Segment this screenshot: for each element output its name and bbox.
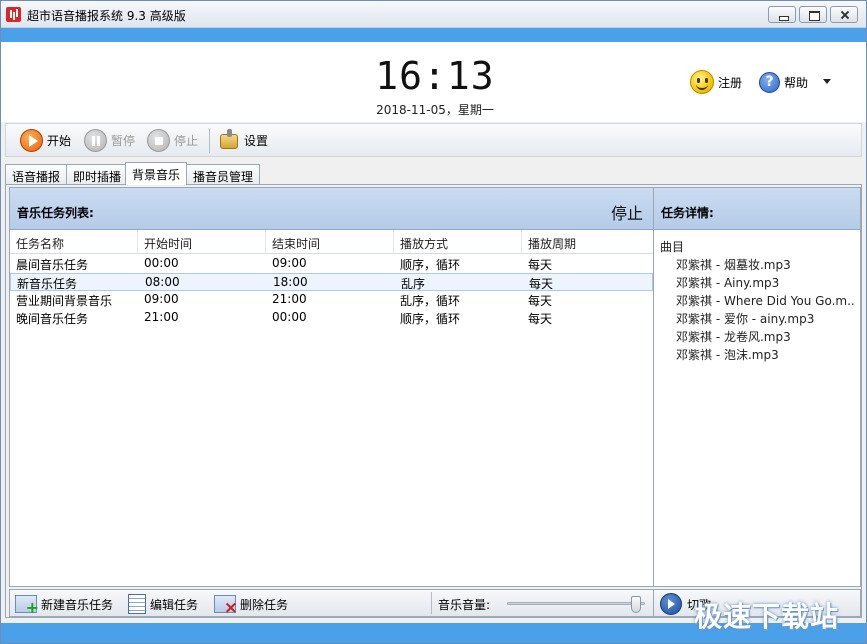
table-row[interactable]: 晚间音乐任务 21:00 00:00 顺序，循环 每天 bbox=[10, 309, 653, 327]
edit-task-icon bbox=[128, 594, 146, 614]
start-label: 开始 bbox=[47, 133, 72, 148]
track-item[interactable]: 邓紫祺 - 泡沫.mp3 bbox=[676, 346, 856, 363]
clock: 16:13 bbox=[375, 54, 495, 98]
task-detail-panel: 任务详情: 曲目 邓紫祺 - 烟墓妆.mp3 邓紫祺 - Ainy.mp3 邓紫… bbox=[653, 187, 861, 587]
column-header[interactable]: 播放方式 bbox=[394, 230, 522, 254]
top-accent-band bbox=[1, 28, 866, 42]
cell-task-name: 营业期间背景音乐 bbox=[16, 294, 113, 308]
header: 16:13 2018-11-05，星期一 注册 ? 帮助 bbox=[1, 42, 866, 122]
delete-task-label: 删除任务 bbox=[240, 597, 289, 612]
cell-end-time: 18:00 bbox=[273, 275, 308, 289]
track-item[interactable]: 邓紫祺 - Ainy.mp3 bbox=[676, 274, 856, 291]
volume-label: 音乐音量: bbox=[438, 598, 491, 612]
help-label: 帮助 bbox=[784, 75, 809, 90]
cell-play-cycle: 每天 bbox=[528, 294, 553, 308]
tab-announcer-management[interactable]: 播音员管理 bbox=[186, 164, 261, 184]
cell-end-time: 00:00 bbox=[272, 310, 307, 324]
column-header[interactable]: 任务名称 bbox=[10, 230, 138, 254]
table-row[interactable]: 晨间音乐任务 00:00 09:00 顺序，循环 每天 bbox=[10, 255, 653, 273]
action-bar-separator bbox=[431, 592, 432, 614]
table-row[interactable]: 营业期间背景音乐 09:00 21:00 乱序，循环 每天 bbox=[10, 291, 653, 309]
task-list-title: 音乐任务列表: bbox=[17, 206, 94, 220]
track-item[interactable]: 邓紫祺 - Where Did You Go.m... bbox=[676, 292, 856, 309]
edit-task-label: 编辑任务 bbox=[150, 597, 199, 612]
help-link[interactable]: ? 帮助 bbox=[759, 69, 808, 95]
track-item[interactable]: 邓紫祺 - 烟墓妆.mp3 bbox=[676, 256, 856, 273]
cell-start-time: 08:00 bbox=[145, 275, 180, 289]
track-item[interactable]: 邓紫祺 - 爱你 - ainy.mp3 bbox=[676, 310, 856, 327]
column-header[interactable]: 开始时间 bbox=[138, 230, 266, 254]
cell-task-name: 晚间音乐任务 bbox=[16, 312, 89, 326]
toolbar: 开始 暂停 停止 设置 bbox=[5, 123, 862, 157]
settings-label: 设置 bbox=[244, 133, 269, 148]
title-bar[interactable]: 超市语音播报系统 9.3 高级版 bbox=[1, 1, 866, 28]
cell-start-time: 00:00 bbox=[144, 256, 179, 270]
cell-play-mode: 乱序，循环 bbox=[400, 294, 461, 308]
tab-background-music[interactable]: 背景音乐 bbox=[125, 162, 188, 185]
column-header[interactable]: 结束时间 bbox=[266, 230, 394, 254]
date-display: 2018-11-05，星期一 bbox=[376, 103, 494, 117]
track-item[interactable]: 邓紫祺 - 龙卷风.mp3 bbox=[676, 328, 856, 345]
app-window: 超市语音播报系统 9.3 高级版 16:13 2018-11-05，星期一 注册… bbox=[0, 0, 867, 644]
watermark-text: 极速下载站 bbox=[694, 600, 840, 633]
register-label: 注册 bbox=[718, 75, 743, 90]
window-title: 超市语音播报系统 9.3 高级版 bbox=[27, 9, 186, 23]
cell-play-mode: 乱序 bbox=[401, 277, 426, 291]
table-header: 任务名称 开始时间 结束时间 播放方式 播放周期 bbox=[10, 230, 653, 254]
cell-play-mode: 顺序，循环 bbox=[400, 258, 461, 272]
tab-voice-broadcast[interactable]: 语音播报 bbox=[5, 164, 68, 184]
start-button[interactable]: 开始 bbox=[20, 128, 71, 152]
pause-icon bbox=[84, 128, 107, 152]
delete-task-button[interactable]: 删除任务 bbox=[214, 593, 289, 618]
cell-play-cycle: 每天 bbox=[529, 277, 554, 291]
cell-play-cycle: 每天 bbox=[528, 258, 553, 272]
add-task-icon bbox=[15, 595, 39, 617]
settings-button[interactable]: 设置 bbox=[218, 128, 268, 152]
play-icon bbox=[20, 128, 43, 152]
cell-start-time: 21:00 bbox=[144, 310, 179, 324]
task-action-bar: 新建音乐任务 编辑任务 删除任务 音乐音量: bbox=[9, 589, 654, 618]
settings-icon bbox=[218, 129, 240, 151]
toolbar-separator bbox=[209, 129, 210, 153]
cell-start-time: 09:00 bbox=[144, 292, 179, 306]
table-row-selected[interactable]: 新音乐任务 08:00 18:00 乱序 每天 bbox=[10, 273, 653, 291]
task-list-header: 音乐任务列表: 停止 bbox=[10, 188, 653, 230]
delete-task-icon bbox=[214, 595, 238, 618]
task-detail-header: 任务详情: bbox=[654, 188, 860, 230]
close-button[interactable] bbox=[830, 6, 858, 23]
background-music-panel: 音乐任务列表: 停止 任务名称 开始时间 结束时间 播放方式 播放周期 晨间音乐… bbox=[5, 184, 862, 618]
maximize-button[interactable] bbox=[799, 6, 827, 23]
volume-slider[interactable] bbox=[507, 602, 645, 605]
new-music-task-button[interactable]: 新建音乐任务 bbox=[15, 593, 114, 617]
stop-music-link[interactable]: 停止 bbox=[611, 200, 643, 224]
cell-task-name: 晨间音乐任务 bbox=[16, 258, 89, 272]
pause-button[interactable]: 暂停 bbox=[84, 128, 135, 152]
stop-button[interactable]: 停止 bbox=[147, 128, 198, 152]
cell-play-cycle: 每天 bbox=[528, 312, 553, 326]
task-list-panel: 音乐任务列表: 停止 任务名称 开始时间 结束时间 播放方式 播放周期 晨间音乐… bbox=[9, 187, 654, 587]
minimize-button[interactable] bbox=[768, 6, 796, 23]
next-track-icon bbox=[660, 593, 682, 615]
smiley-icon bbox=[690, 70, 714, 94]
volume-slider-thumb[interactable] bbox=[631, 596, 642, 613]
new-task-label: 新建音乐任务 bbox=[41, 597, 114, 612]
help-icon: ? bbox=[759, 71, 780, 93]
stop-icon bbox=[147, 128, 170, 152]
stop-label: 停止 bbox=[174, 133, 199, 148]
cell-end-time: 09:00 bbox=[272, 256, 307, 270]
tab-instant-insert[interactable]: 即时插播 bbox=[66, 164, 129, 184]
task-detail-title: 任务详情: bbox=[661, 206, 714, 220]
column-header[interactable]: 播放周期 bbox=[522, 230, 653, 254]
cell-end-time: 21:00 bbox=[272, 292, 307, 306]
menu-dropdown-icon[interactable] bbox=[823, 79, 831, 84]
pause-label: 暂停 bbox=[111, 133, 136, 148]
app-icon bbox=[6, 7, 21, 22]
cell-play-mode: 顺序，循环 bbox=[400, 312, 461, 326]
register-link[interactable]: 注册 bbox=[690, 69, 742, 95]
edit-task-button[interactable]: 编辑任务 bbox=[128, 593, 198, 615]
cell-task-name: 新音乐任务 bbox=[17, 277, 78, 291]
track-list-heading: 曲目 bbox=[660, 240, 685, 254]
